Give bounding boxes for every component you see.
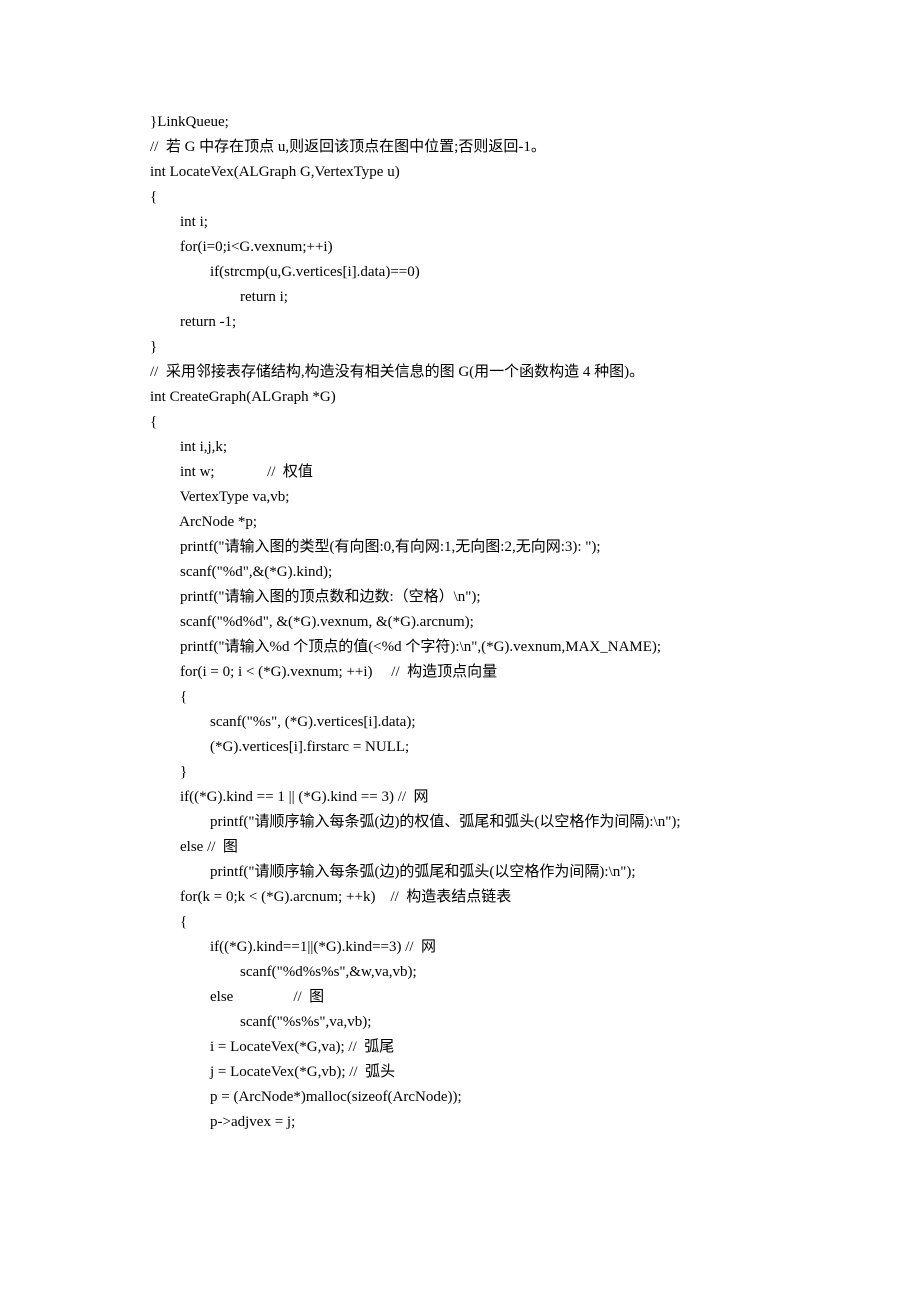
- code-line: ArcNode *p;: [150, 510, 770, 535]
- code-line: // 若 G 中存在顶点 u,则返回该顶点在图中位置;否则返回-1。: [150, 135, 770, 160]
- document-page: }LinkQueue;// 若 G 中存在顶点 u,则返回该顶点在图中位置;否则…: [0, 0, 920, 1302]
- code-line: else // 图: [150, 985, 770, 1010]
- code-line: int LocateVex(ALGraph G,VertexType u): [150, 160, 770, 185]
- code-line: printf("请输入%d 个顶点的值(<%d 个字符):\n",(*G).ve…: [150, 635, 770, 660]
- code-line: j = LocateVex(*G,vb); // 弧头: [150, 1060, 770, 1085]
- code-line: printf("请顺序输入每条弧(边)的弧尾和弧头(以空格作为间隔):\n");: [150, 860, 770, 885]
- code-line: if((*G).kind == 1 || (*G).kind == 3) // …: [150, 785, 770, 810]
- code-line: {: [150, 410, 770, 435]
- code-line: {: [150, 185, 770, 210]
- code-line: scanf("%d",&(*G).kind);: [150, 560, 770, 585]
- code-line: return -1;: [150, 310, 770, 335]
- code-line: i = LocateVex(*G,va); // 弧尾: [150, 1035, 770, 1060]
- code-line: printf("请输入图的顶点数和边数:（空格）\n");: [150, 585, 770, 610]
- code-line: }LinkQueue;: [150, 110, 770, 135]
- code-line: {: [150, 685, 770, 710]
- code-line: int w; // 权值: [150, 460, 770, 485]
- code-line: scanf("%d%d", &(*G).vexnum, &(*G).arcnum…: [150, 610, 770, 635]
- code-line: return i;: [150, 285, 770, 310]
- code-line: (*G).vertices[i].firstarc = NULL;: [150, 735, 770, 760]
- code-line: printf("请顺序输入每条弧(边)的权值、弧尾和弧头(以空格作为间隔):\n…: [150, 810, 770, 835]
- code-line: else // 图: [150, 835, 770, 860]
- code-line: VertexType va,vb;: [150, 485, 770, 510]
- code-line: printf("请输入图的类型(有向图:0,有向网:1,无向图:2,无向网:3)…: [150, 535, 770, 560]
- code-line: if(strcmp(u,G.vertices[i].data)==0): [150, 260, 770, 285]
- code-line: {: [150, 910, 770, 935]
- code-line: if((*G).kind==1||(*G).kind==3) // 网: [150, 935, 770, 960]
- code-line: }: [150, 335, 770, 360]
- code-line: p->adjvex = j;: [150, 1110, 770, 1135]
- code-line: for(i=0;i<G.vexnum;++i): [150, 235, 770, 260]
- code-line: scanf("%s%s",va,vb);: [150, 1010, 770, 1035]
- code-line: for(k = 0;k < (*G).arcnum; ++k) // 构造表结点…: [150, 885, 770, 910]
- code-line: }: [150, 760, 770, 785]
- code-line: int CreateGraph(ALGraph *G): [150, 385, 770, 410]
- code-line: // 采用邻接表存储结构,构造没有相关信息的图 G(用一个函数构造 4 种图)。: [150, 360, 770, 385]
- code-line: p = (ArcNode*)malloc(sizeof(ArcNode));: [150, 1085, 770, 1110]
- code-line: int i,j,k;: [150, 435, 770, 460]
- code-line: scanf("%s", (*G).vertices[i].data);: [150, 710, 770, 735]
- code-line: scanf("%d%s%s",&w,va,vb);: [150, 960, 770, 985]
- code-line: for(i = 0; i < (*G).vexnum; ++i) // 构造顶点…: [150, 660, 770, 685]
- code-line: int i;: [150, 210, 770, 235]
